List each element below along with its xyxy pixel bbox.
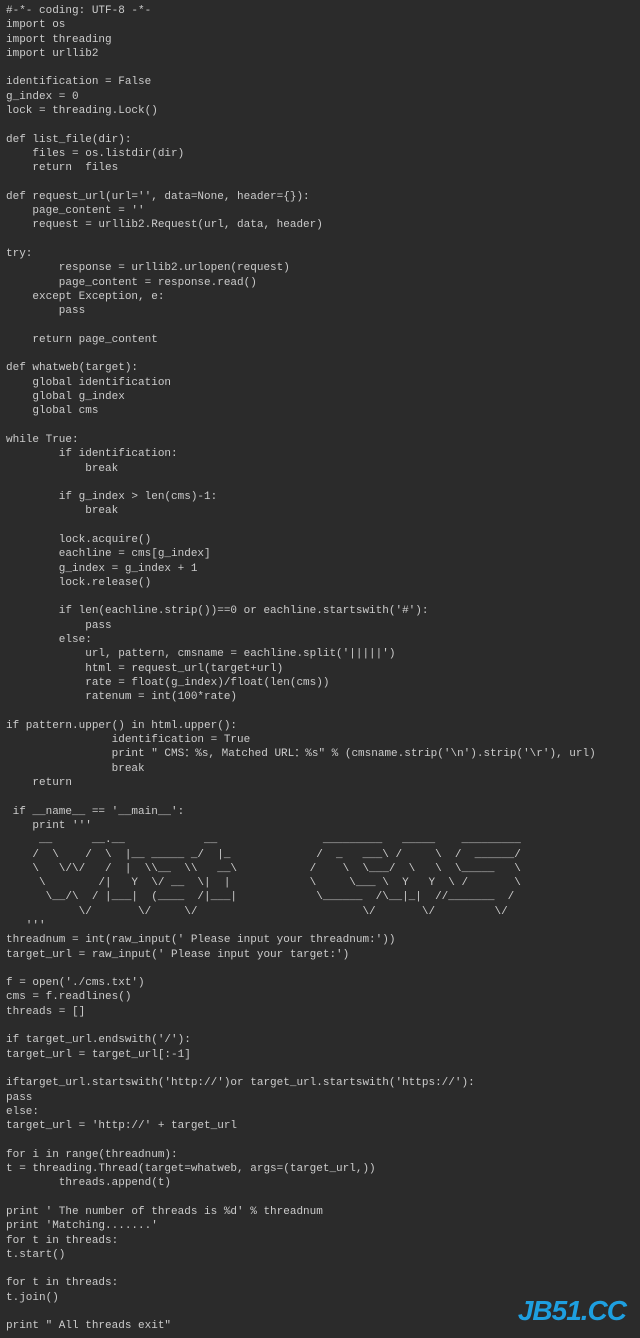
watermark-logo: JB51.CC [518,1293,626,1329]
code-block-top: #-*- coding: UTF-8 -*- import os import … [6,4,634,833]
ascii-art-banner: __ __.__ __ _________ _____ _________ / … [6,833,634,919]
code-block-bottom: ''' threadnum = int(raw_input(' Please i… [6,919,634,1334]
code-page: #-*- coding: UTF-8 -*- import os import … [0,0,640,1338]
